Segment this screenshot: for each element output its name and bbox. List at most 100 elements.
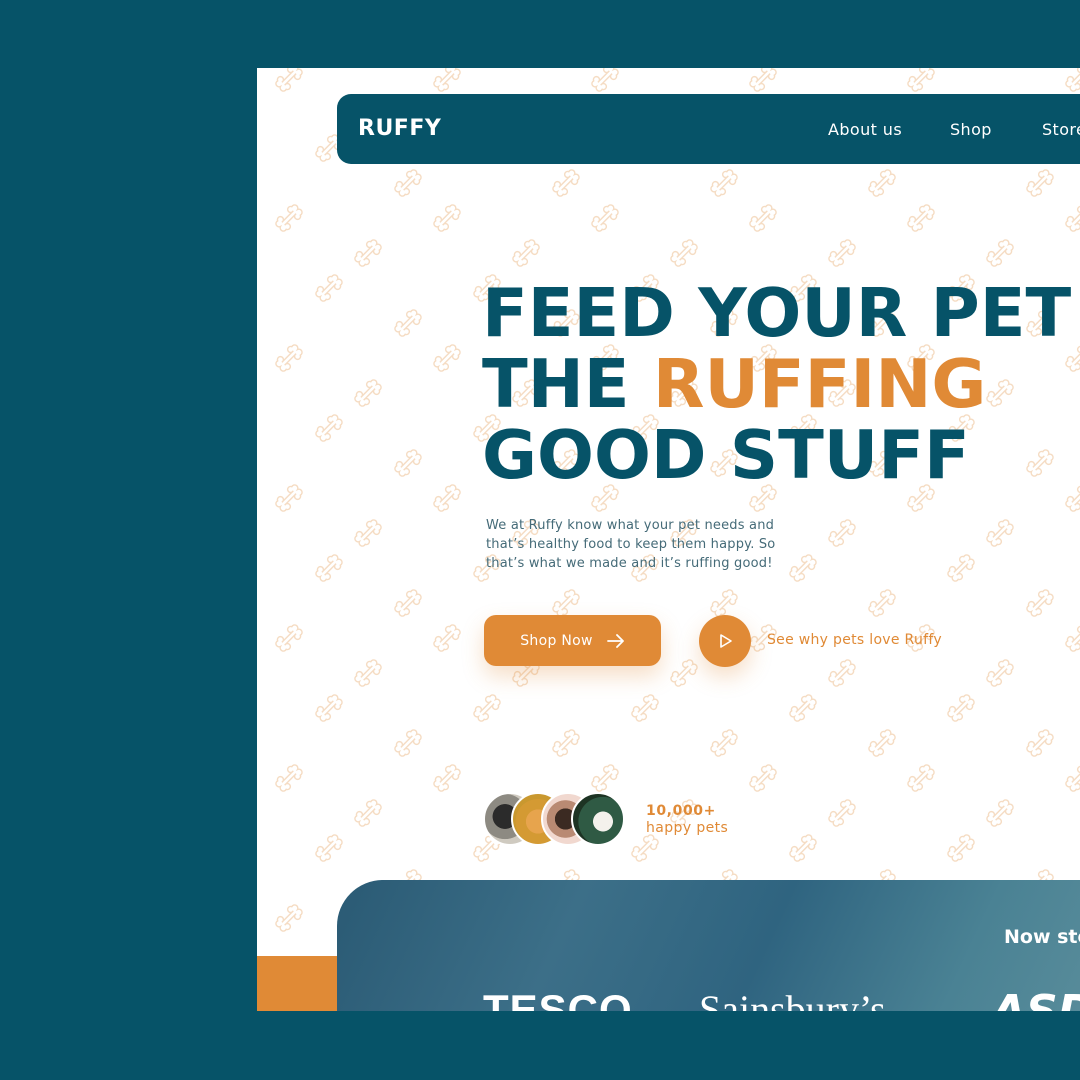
bone-icon xyxy=(670,659,698,687)
bone-icon xyxy=(433,764,461,792)
bone-icon xyxy=(907,68,935,92)
shop-now-button[interactable]: Shop Now xyxy=(484,615,661,666)
landing-page: RUFFY About us Shop Store FEED YOUR PET … xyxy=(257,68,1080,1011)
bone-icon xyxy=(433,484,461,512)
bone-icon xyxy=(591,204,619,232)
bone-icon xyxy=(1026,729,1054,757)
sainsburys-logo: Sainsbury’s xyxy=(699,987,886,1011)
bone-icon xyxy=(394,309,422,337)
bone-icon xyxy=(749,68,777,92)
bone-icon xyxy=(512,239,540,267)
bone-icon xyxy=(828,659,856,687)
hero-description: We at Ruffy know what your pet needs and… xyxy=(486,518,776,571)
bone-icon xyxy=(315,274,343,302)
bone-icon xyxy=(1065,624,1080,652)
bone-icon xyxy=(789,694,817,722)
nav-link-store[interactable]: Store xyxy=(1042,120,1080,139)
puppy-avatar xyxy=(571,792,625,846)
bone-icon xyxy=(828,799,856,827)
bone-icon xyxy=(354,519,382,547)
bone-icon xyxy=(394,449,422,477)
bone-icon xyxy=(552,729,580,757)
headline-line-2-start: THE xyxy=(482,345,653,423)
happy-pets-label: happy pets xyxy=(646,820,729,836)
bone-icon xyxy=(1026,589,1054,617)
orange-accent-block xyxy=(257,956,337,1011)
bone-icon xyxy=(986,519,1014,547)
bone-icon xyxy=(986,659,1014,687)
bone-icon xyxy=(907,204,935,232)
bone-icon xyxy=(275,344,303,372)
bone-icon xyxy=(907,764,935,792)
bone-icon xyxy=(275,68,303,92)
bone-icon xyxy=(710,729,738,757)
headline-accent-word: RUFFING xyxy=(652,345,987,423)
bone-icon xyxy=(315,414,343,442)
stockists-title: Now stocked in xyxy=(1004,926,1080,948)
bone-icon xyxy=(433,624,461,652)
bone-icon xyxy=(354,379,382,407)
bone-icon xyxy=(986,799,1014,827)
bone-icon xyxy=(275,764,303,792)
bone-icon xyxy=(710,589,738,617)
bone-icon xyxy=(670,239,698,267)
bone-icon xyxy=(394,589,422,617)
headline-line-1: FEED YOUR PET xyxy=(482,274,1072,352)
bone-icon xyxy=(315,694,343,722)
bone-icon xyxy=(986,239,1014,267)
play-video-button[interactable] xyxy=(699,615,751,667)
nav-link-shop[interactable]: Shop xyxy=(950,120,992,139)
bone-icon xyxy=(433,68,461,92)
shop-now-label: Shop Now xyxy=(520,632,593,649)
bone-icon xyxy=(354,239,382,267)
bone-icon xyxy=(710,169,738,197)
play-icon xyxy=(720,634,732,648)
see-why-link[interactable]: See why pets love Ruffy xyxy=(767,632,942,648)
bone-icon xyxy=(1065,204,1080,232)
bone-icon xyxy=(1065,68,1080,92)
asda-logo: ASDA xyxy=(992,986,1080,1011)
bone-icon xyxy=(552,589,580,617)
bone-icon xyxy=(591,68,619,92)
bone-icon xyxy=(275,624,303,652)
bone-icon xyxy=(394,169,422,197)
bone-icon xyxy=(473,694,501,722)
headline-line-2: THE RUFFING xyxy=(482,349,1080,420)
bone-icon xyxy=(433,344,461,372)
bone-icon xyxy=(631,694,659,722)
bone-icon xyxy=(275,204,303,232)
bone-icon xyxy=(868,169,896,197)
bone-icon xyxy=(275,484,303,512)
brand-logo[interactable]: RUFFY xyxy=(358,116,441,141)
bone-icon xyxy=(828,239,856,267)
bone-icon xyxy=(868,589,896,617)
bone-icon xyxy=(354,799,382,827)
bone-icon xyxy=(552,169,580,197)
bone-icon xyxy=(394,729,422,757)
bone-icon xyxy=(947,554,975,582)
bone-icon xyxy=(947,694,975,722)
bone-icon xyxy=(789,834,817,862)
happy-pets-count: 10,000+ xyxy=(646,803,716,819)
stockists-section: Now stocked in TESCO Sainsbury’s ASDA xyxy=(337,880,1080,1011)
bone-icon xyxy=(749,764,777,792)
pet-avatar-group xyxy=(483,792,633,848)
bone-icon xyxy=(275,904,303,932)
navbar: RUFFY About us Shop Store xyxy=(337,94,1080,164)
bone-icon xyxy=(631,834,659,862)
bone-icon xyxy=(315,554,343,582)
bone-icon xyxy=(947,834,975,862)
bone-icon xyxy=(591,764,619,792)
headline-line-3: GOOD STUFF xyxy=(482,416,970,494)
hero-headline: FEED YOUR PET THE RUFFING GOOD STUFF xyxy=(482,278,1080,491)
bone-icon xyxy=(354,659,382,687)
bone-icon xyxy=(1026,169,1054,197)
bone-icon xyxy=(828,519,856,547)
bone-icon xyxy=(868,729,896,757)
arrow-right-icon xyxy=(606,633,624,648)
nav-link-about-us[interactable]: About us xyxy=(828,120,902,139)
bone-icon xyxy=(1065,764,1080,792)
bone-icon xyxy=(749,204,777,232)
bone-icon xyxy=(315,834,343,862)
tesco-logo: TESCO xyxy=(483,986,633,1011)
